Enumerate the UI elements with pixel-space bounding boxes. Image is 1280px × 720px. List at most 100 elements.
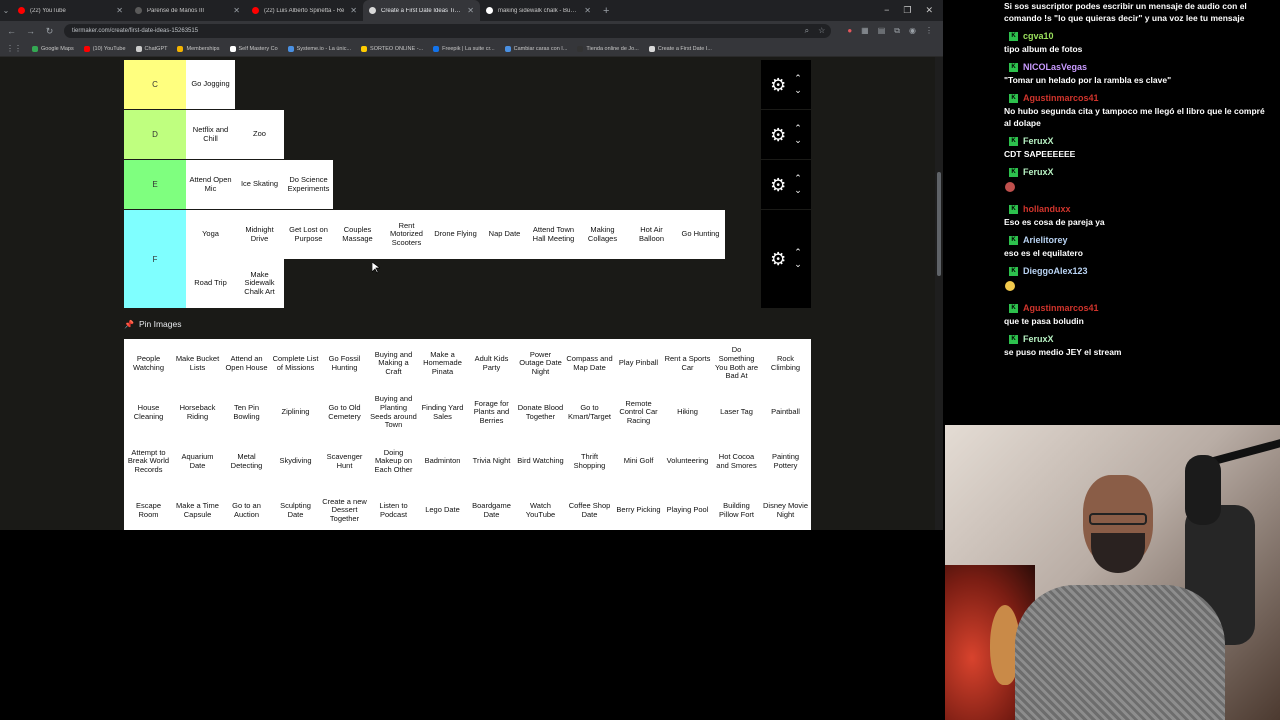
- pool-item[interactable]: Building Pillow Fort: [712, 486, 761, 530]
- bookmark-item[interactable]: SORTEO ONLINE -...: [361, 45, 423, 52]
- pool-item[interactable]: Ziplining: [271, 388, 320, 437]
- pool-item[interactable]: Compass and Map Date: [565, 339, 614, 388]
- pool-item[interactable]: People Watching: [124, 339, 173, 388]
- browser-tab[interactable]: (22) YouTube ✕: [12, 0, 129, 21]
- extension-icon[interactable]: ●: [847, 26, 852, 36]
- tier-label[interactable]: F: [124, 210, 186, 308]
- tier-item[interactable]: Road Trip: [186, 259, 235, 308]
- tier-label[interactable]: C: [124, 60, 186, 109]
- pool-item[interactable]: Power Outage Date Night: [516, 339, 565, 388]
- pool-item[interactable]: Disney Movie Night: [761, 486, 810, 530]
- tab-close-icon[interactable]: ✕: [116, 6, 123, 15]
- pool-item[interactable]: Lego Date: [418, 486, 467, 530]
- pool-item[interactable]: Volunteering: [663, 437, 712, 486]
- gear-icon[interactable]: ⚙: [770, 126, 786, 144]
- pool-item[interactable]: Badminton: [418, 437, 467, 486]
- chat-username[interactable]: Kcgva10: [1009, 30, 1058, 42]
- pool-item[interactable]: Coffee Shop Date: [565, 486, 614, 530]
- profile-icon[interactable]: ◉: [909, 26, 916, 36]
- chevron-up-icon[interactable]: ⌃: [794, 173, 802, 185]
- pool-item[interactable]: Watch YouTube: [516, 486, 565, 530]
- pool-item[interactable]: Sculpting Date: [271, 486, 320, 530]
- chat-username[interactable]: K Agustinmarcos41: [1009, 302, 1103, 314]
- chat-username[interactable]: K Agustinmarcos41: [1009, 92, 1103, 104]
- tier-item[interactable]: Make Sidewalk Chalk Art: [235, 259, 284, 308]
- tier-item[interactable]: Making Collages: [578, 210, 627, 259]
- pool-item[interactable]: Adult Kids Party: [467, 339, 516, 388]
- chat-username[interactable]: Khollanduxx: [1009, 203, 1075, 215]
- pool-item[interactable]: Metal Detecting: [222, 437, 271, 486]
- chevron-up-icon[interactable]: ⌃: [794, 73, 802, 85]
- pool-item[interactable]: Buying and Making a Craft: [369, 339, 418, 388]
- bookmark-item[interactable]: (10) YouTube: [83, 45, 126, 52]
- chat-username[interactable]: K FeruxX: [1009, 135, 1058, 147]
- bookmark-item[interactable]: Google Maps: [32, 45, 74, 52]
- tier-item[interactable]: Netflix and Chill: [186, 110, 235, 159]
- pool-item[interactable]: Attend an Open House: [222, 339, 271, 388]
- pool-item[interactable]: Berry Picking: [614, 486, 663, 530]
- tab-close-icon[interactable]: ✕: [467, 6, 474, 15]
- pool-item[interactable]: Hiking: [663, 388, 712, 437]
- tier-item[interactable]: Hot Air Balloon: [627, 210, 676, 259]
- star-icon[interactable]: ☆: [818, 26, 825, 36]
- extensions-puzzle-icon[interactable]: ⧉: [894, 26, 900, 36]
- close-window-icon[interactable]: ✕: [925, 5, 933, 16]
- pool-item[interactable]: Playing Pool: [663, 486, 712, 530]
- pool-item[interactable]: House Cleaning: [124, 388, 173, 437]
- pool-item[interactable]: Skydiving: [271, 437, 320, 486]
- pool-item[interactable]: Create a new Dessert Together: [320, 486, 369, 530]
- pool-item[interactable]: Buying and Planting Seeds around Town: [369, 388, 418, 437]
- gear-icon[interactable]: ⚙: [770, 250, 786, 268]
- chat-username[interactable]: K FeruxX: [1009, 166, 1058, 178]
- bookmark-item[interactable]: Self Mastery Co: [229, 45, 278, 52]
- chevron-down-icon[interactable]: ⌄: [794, 85, 802, 97]
- chevron-up-icon[interactable]: ⌃: [794, 123, 802, 135]
- chat-username[interactable]: K FeruxX: [1009, 333, 1058, 345]
- pool-item[interactable]: Thrift Shopping: [565, 437, 614, 486]
- browser-tab[interactable]: Parense de Manos III ✕: [129, 0, 246, 21]
- pool-item[interactable]: Rent a Sports Car: [663, 339, 712, 388]
- tier-item[interactable]: Midnight Drive: [235, 210, 284, 259]
- zoom-icon[interactable]: ⌕: [805, 26, 809, 36]
- browser-tab[interactable]: Create a First Date Ideas Tier Li ✕: [363, 0, 480, 21]
- bookmark-item[interactable]: Create a First Date I...: [648, 45, 712, 52]
- pool-item[interactable]: Hot Cocoa and Smores: [712, 437, 761, 486]
- bookmark-item[interactable]: Tienda online de Jo...: [577, 45, 639, 52]
- pool-item[interactable]: Remote Control Car Racing: [614, 388, 663, 437]
- tier-item[interactable]: Attend Open Mic: [186, 160, 235, 209]
- tier-label[interactable]: D: [124, 110, 186, 159]
- chat-username[interactable]: K NICOLasVegas: [1009, 61, 1091, 73]
- tier-item[interactable]: Attend Town Hall Meeting: [529, 210, 578, 259]
- tier-item[interactable]: Ice Skating: [235, 160, 284, 209]
- pool-item[interactable]: Do Something You Both are Bad At: [712, 339, 761, 388]
- pool-item[interactable]: Escape Room: [124, 486, 173, 530]
- new-tab-button[interactable]: +: [597, 5, 615, 17]
- pool-item[interactable]: Forage for Plants and Berries: [467, 388, 516, 437]
- bookmark-item[interactable]: ChatGPT: [135, 45, 167, 52]
- tier-item[interactable]: Do Science Experiments: [284, 160, 333, 209]
- chevron-down-icon[interactable]: ⌄: [794, 185, 802, 197]
- extension-icon[interactable]: ▦: [861, 26, 869, 36]
- tier-item[interactable]: Nap Date: [480, 210, 529, 259]
- tab-close-icon[interactable]: ✕: [233, 6, 240, 15]
- chat-username[interactable]: K DieggoAlex123: [1009, 265, 1092, 277]
- pool-item[interactable]: Doing Makeup on Each Other: [369, 437, 418, 486]
- url-input[interactable]: tiermaker.com/create/first-date-ideas-15…: [64, 24, 832, 38]
- back-icon[interactable]: ←: [7, 26, 16, 36]
- bookmark-item[interactable]: Freepik | La suite cr...: [433, 45, 495, 52]
- pool-item[interactable]: Make Bucket Lists: [173, 339, 222, 388]
- pool-item[interactable]: Finding Yard Sales: [418, 388, 467, 437]
- browser-tab[interactable]: (22) Luis Alberto Spinetta - Re ✕: [246, 0, 363, 21]
- tab-search-icon[interactable]: ⌄: [0, 0, 12, 21]
- tab-close-icon[interactable]: ✕: [584, 6, 591, 15]
- pool-item[interactable]: Make a Time Capsule: [173, 486, 222, 530]
- gear-icon[interactable]: ⚙: [770, 176, 786, 194]
- tier-item[interactable]: Go Hunting: [676, 210, 725, 259]
- pool-item[interactable]: Play Pinball: [614, 339, 663, 388]
- chat-username[interactable]: K Arielitorey: [1009, 234, 1072, 246]
- tier-item[interactable]: Yoga: [186, 210, 235, 259]
- chevron-down-icon[interactable]: ⌄: [794, 259, 802, 271]
- pool-item[interactable]: Mini Golf: [614, 437, 663, 486]
- pool-item[interactable]: Go to an Auction: [222, 486, 271, 530]
- menu-icon[interactable]: ⋮: [925, 26, 933, 36]
